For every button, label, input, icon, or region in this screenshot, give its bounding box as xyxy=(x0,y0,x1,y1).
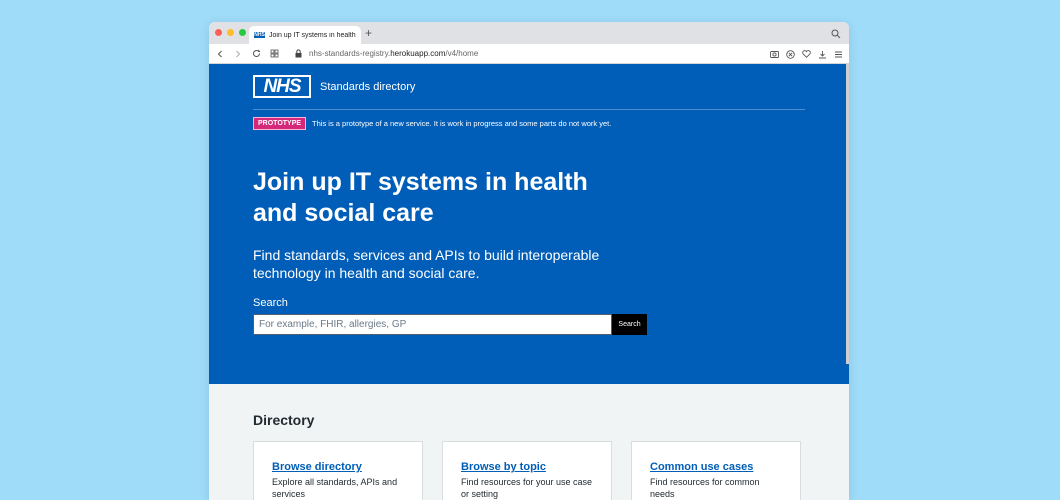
card-description: Find resources for your use case or sett… xyxy=(461,477,593,499)
hero-section: NHS Standards directory PROTOTYPE This i… xyxy=(209,64,849,384)
search-label: Search xyxy=(253,297,288,309)
prototype-banner: PROTOTYPE This is a prototype of a new s… xyxy=(253,117,805,130)
nhs-favicon-icon: NHS xyxy=(254,32,265,38)
page-scrollbar[interactable] xyxy=(846,64,849,364)
directory-cards: Browse directory Explore all standards, … xyxy=(253,441,805,500)
common-use-cases-link[interactable]: Common use cases xyxy=(650,461,782,473)
reload-icon[interactable] xyxy=(251,49,261,59)
card-description: Find resources for common needs xyxy=(650,477,760,499)
card-browse-by-topic: Browse by topic Find resources for your … xyxy=(442,441,612,500)
directory-heading: Directory xyxy=(253,412,315,428)
ad-block-icon[interactable] xyxy=(785,49,795,59)
speed-dial-icon[interactable] xyxy=(269,49,279,59)
toolbar-actions xyxy=(769,49,843,59)
maximize-window-button[interactable] xyxy=(239,29,246,36)
address-bar[interactable]: nhs-standards-registry.herokuapp.com/v4/… xyxy=(293,49,478,59)
easy-setup-icon[interactable] xyxy=(833,49,843,59)
search-form: Search xyxy=(253,314,805,335)
directory-section: Directory Browse directory Explore all s… xyxy=(209,384,849,500)
minimize-window-button[interactable] xyxy=(227,29,234,36)
search-input[interactable] xyxy=(253,314,612,335)
tab-strip: NHS Join up IT systems in health an + xyxy=(209,22,849,44)
page-title: Join up IT systems in health and social … xyxy=(253,168,588,227)
search-button[interactable]: Search xyxy=(612,314,647,335)
site-header: NHS Standards directory xyxy=(253,64,805,110)
search-tabs-icon[interactable] xyxy=(831,26,841,44)
heart-icon[interactable] xyxy=(801,49,811,59)
new-tab-button[interactable]: + xyxy=(365,26,372,40)
back-icon[interactable] xyxy=(215,49,225,59)
browser-toolbar: nhs-standards-registry.herokuapp.com/v4/… xyxy=(209,44,849,64)
prototype-message: This is a prototype of a new service. It… xyxy=(312,119,612,128)
browser-window: NHS Join up IT systems in health an + nh… xyxy=(209,22,849,500)
download-icon[interactable] xyxy=(817,49,827,59)
url-text: nhs-standards-registry.herokuapp.com/v4/… xyxy=(309,49,479,58)
camera-icon[interactable] xyxy=(769,49,779,59)
browse-by-topic-link[interactable]: Browse by topic xyxy=(461,461,593,473)
card-description: Explore all standards, APIs and services xyxy=(272,477,398,499)
page-lead: Find standards, services and APIs to bui… xyxy=(253,247,600,281)
close-window-button[interactable] xyxy=(215,29,222,36)
nhs-logo[interactable]: NHS xyxy=(253,75,311,98)
web-page: NHS Standards directory PROTOTYPE This i… xyxy=(209,64,849,500)
prototype-tag: PROTOTYPE xyxy=(253,117,307,130)
service-name[interactable]: Standards directory xyxy=(320,81,415,93)
card-common-use-cases: Common use cases Find resources for comm… xyxy=(631,441,801,500)
forward-icon[interactable] xyxy=(233,49,243,59)
card-browse-directory: Browse directory Explore all standards, … xyxy=(253,441,423,500)
tab-title: Join up IT systems in health an xyxy=(269,31,356,39)
active-tab[interactable]: NHS Join up IT systems in health an xyxy=(249,26,361,44)
browse-directory-link[interactable]: Browse directory xyxy=(272,461,404,473)
lock-icon xyxy=(293,49,303,59)
